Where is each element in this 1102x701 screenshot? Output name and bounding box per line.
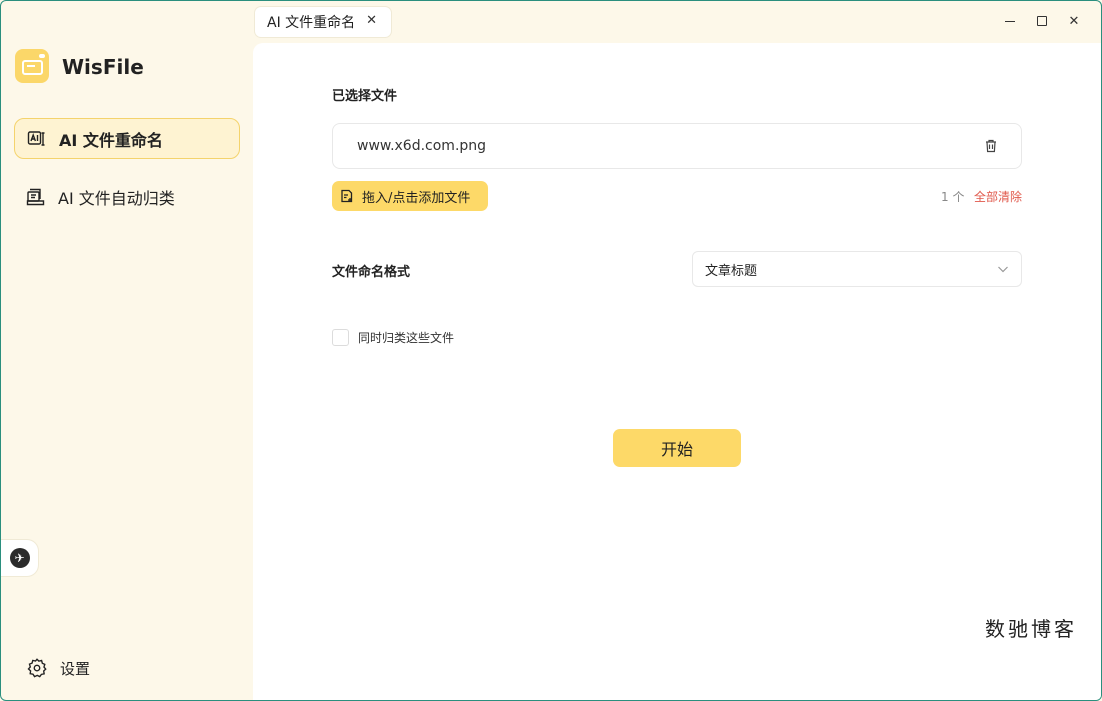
file-name: www.x6d.com.png bbox=[357, 138, 487, 154]
tab-label: AI 文件重命名 bbox=[267, 15, 356, 31]
sidebar-item-ai-classify[interactable]: AI 文件自动归类 bbox=[14, 176, 240, 217]
settings-button[interactable]: 设置 bbox=[26, 657, 90, 679]
clear-all-link[interactable]: 全部清除 bbox=[974, 188, 1022, 205]
close-icon: ✕ bbox=[1068, 13, 1080, 29]
naming-format-label: 文件命名格式 bbox=[332, 265, 411, 280]
app-name: WisFile bbox=[62, 55, 144, 79]
naming-format-select[interactable]: 文章标题 bbox=[692, 251, 1022, 287]
ai-rename-icon bbox=[27, 129, 47, 149]
settings-label: 设置 bbox=[60, 659, 91, 678]
ai-classify-icon bbox=[26, 187, 46, 207]
minimize-icon bbox=[1005, 20, 1015, 22]
app-window: AI 文件重命名 ✕ ✕ WisFile AI 文件重命名 AI 文件自动归类 … bbox=[0, 0, 1102, 701]
classify-checkbox[interactable] bbox=[332, 329, 349, 346]
add-files-button[interactable]: 拖入/点击添加文件 bbox=[332, 181, 488, 211]
title-bar: AI 文件重命名 ✕ ✕ bbox=[1, 1, 1101, 43]
selected-files-label: 已选择文件 bbox=[332, 89, 398, 104]
sidebar-item-label: AI 文件重命名 bbox=[59, 130, 163, 150]
add-files-label: 拖入/点击添加文件 bbox=[362, 190, 471, 206]
window-controls: ✕ bbox=[1001, 11, 1083, 31]
maximize-button[interactable] bbox=[1033, 11, 1051, 31]
sidebar-item-ai-rename[interactable]: AI 文件重命名 bbox=[14, 118, 240, 159]
minimize-button[interactable] bbox=[1001, 11, 1019, 31]
gear-icon bbox=[26, 657, 48, 679]
tab-close-icon[interactable]: ✕ bbox=[366, 13, 377, 28]
trash-icon[interactable] bbox=[983, 138, 999, 154]
close-window-button[interactable]: ✕ bbox=[1065, 11, 1083, 31]
chevron-down-icon bbox=[997, 263, 1009, 275]
maximize-icon bbox=[1037, 16, 1047, 26]
classify-option[interactable]: 同时归类这些文件 bbox=[332, 329, 454, 346]
tab-ai-rename[interactable]: AI 文件重命名 ✕ bbox=[255, 7, 391, 37]
main-panel: 已选择文件 www.x6d.com.png 拖入/点击添加文件 1 个 全部清除… bbox=[253, 43, 1101, 700]
sidebar: WisFile AI 文件重命名 AI 文件自动归类 ✈ 设置 bbox=[1, 43, 252, 700]
classify-checkbox-label: 同时归类这些文件 bbox=[358, 331, 455, 345]
file-count: 1 个 bbox=[941, 190, 965, 204]
add-file-icon bbox=[340, 189, 354, 203]
app-logo-icon bbox=[15, 49, 49, 83]
start-button[interactable]: 开始 bbox=[613, 429, 741, 467]
quick-launch-button[interactable]: ✈ bbox=[1, 539, 39, 577]
sidebar-item-label: AI 文件自动归类 bbox=[58, 188, 175, 208]
file-list-item: www.x6d.com.png bbox=[332, 123, 1022, 169]
naming-format-value: 文章标题 bbox=[705, 263, 758, 279]
watermark-text: 数驰博客 bbox=[985, 617, 1077, 641]
airplane-icon: ✈ bbox=[9, 548, 30, 568]
